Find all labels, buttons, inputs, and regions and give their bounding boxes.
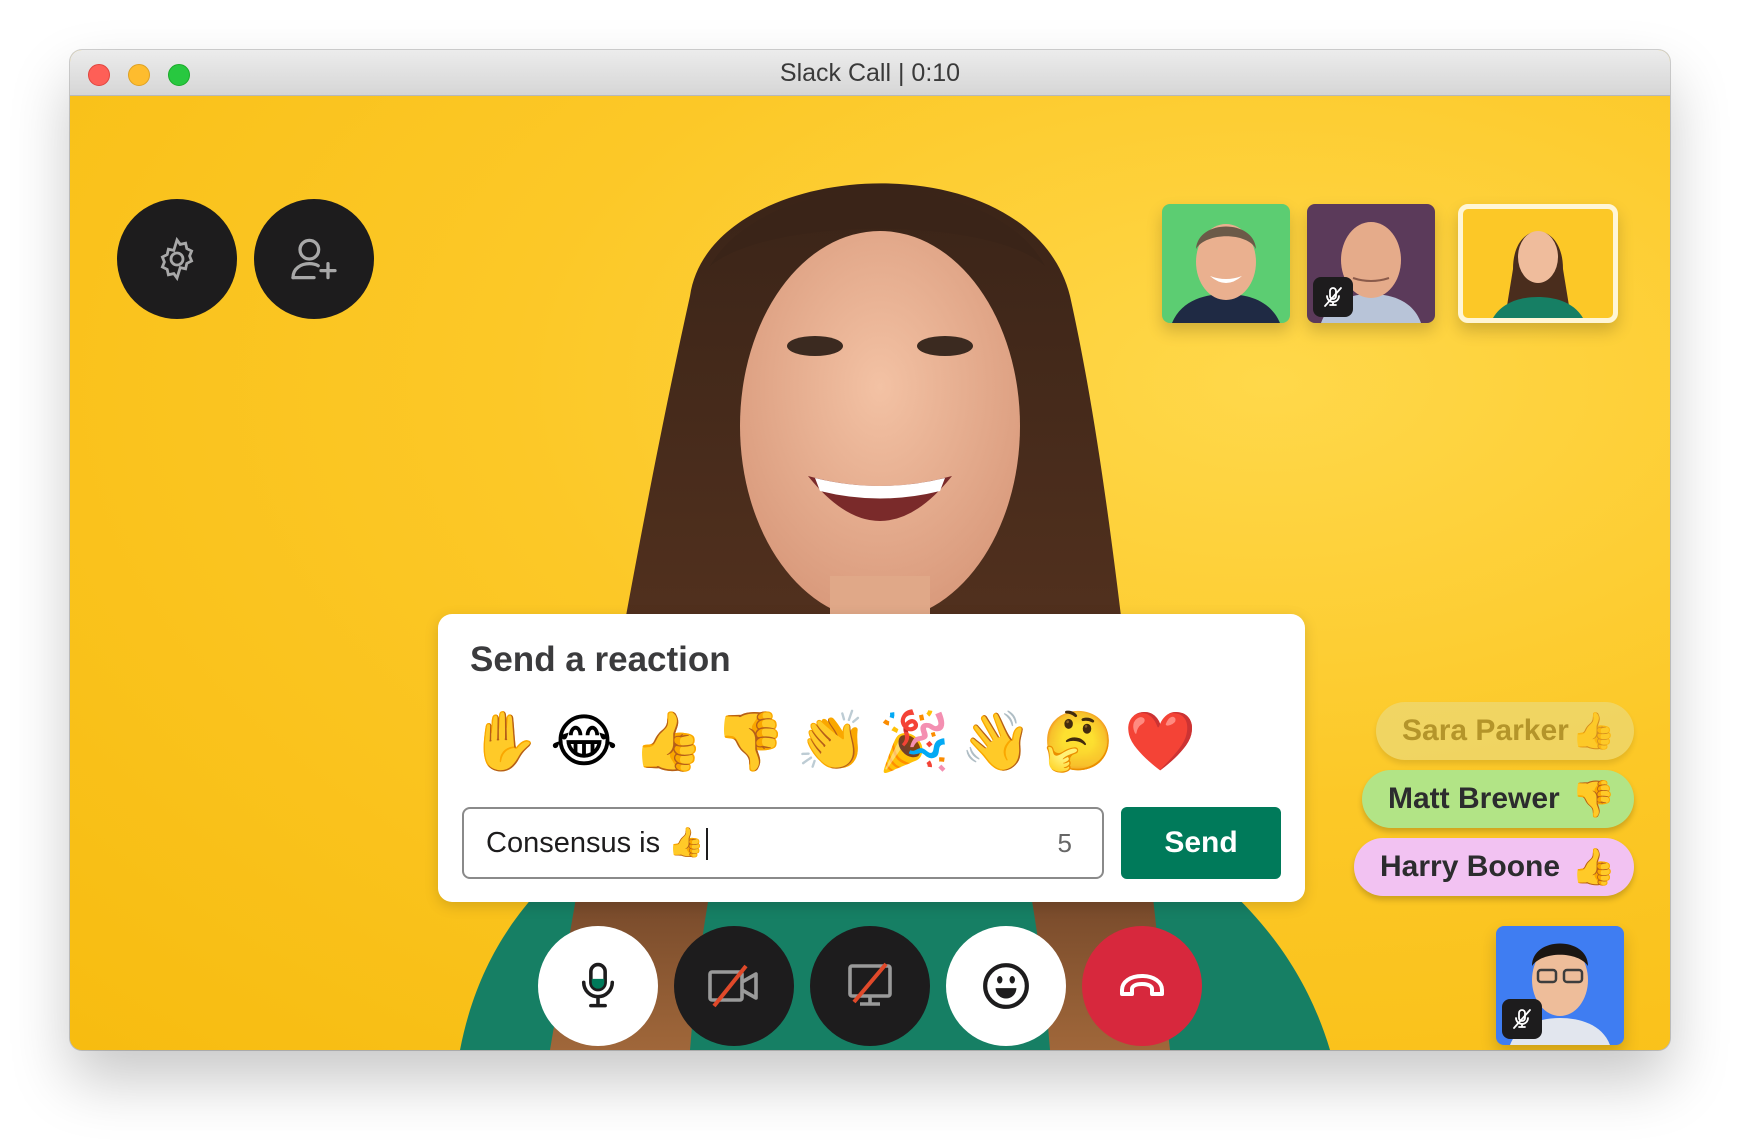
reaction-card-title: Send a reaction	[470, 640, 731, 679]
title-bar: Slack Call | 0:10	[70, 50, 1670, 96]
participant-thumbnail[interactable]	[1307, 204, 1435, 323]
microphone-button[interactable]	[538, 926, 658, 1046]
smiley-icon	[983, 963, 1029, 1009]
reaction-pill: Matt Brewer 👎	[1362, 770, 1634, 828]
mic-off-icon	[1324, 287, 1342, 307]
reaction-emoji: 👍	[1571, 846, 1616, 887]
emoji-thumbs-up[interactable]: 👍	[632, 704, 704, 780]
mic-off-icon	[1513, 1009, 1531, 1029]
participant-thumbnail-active[interactable]	[1458, 204, 1618, 323]
self-view[interactable]	[1496, 926, 1624, 1045]
emoji-picker-row: ✋ 😂 👍 👎 👏 🎉 👋 🤔 ❤️	[468, 704, 1196, 780]
send-button[interactable]: Send	[1121, 807, 1281, 879]
reaction-sender-name: Matt Brewer	[1388, 782, 1560, 815]
emoji-heart[interactable]: ❤️	[1124, 704, 1196, 780]
microphone-icon	[581, 962, 615, 1008]
text-caret	[706, 828, 709, 861]
reaction-emoji: 👎	[1571, 778, 1616, 819]
emoji-raised-hand[interactable]: ✋	[468, 704, 540, 780]
muted-badge	[1313, 277, 1353, 317]
add-people-button[interactable]	[254, 199, 374, 319]
participant-thumbnail[interactable]	[1162, 204, 1290, 323]
main-video: Send a reaction ✋ 😂 👍 👎 👏 🎉 👋 🤔 ❤️ Conse…	[70, 96, 1670, 1050]
hang-up-icon	[1120, 974, 1164, 996]
add-person-icon	[291, 238, 337, 280]
reaction-sender-name: Harry Boone	[1380, 850, 1561, 883]
reaction-card: Send a reaction ✋ 😂 👍 👎 👏 🎉 👋 🤔 ❤️ Conse…	[438, 614, 1305, 902]
reaction-pill: Sara Parker 👍	[1376, 702, 1634, 760]
gear-icon	[160, 236, 194, 282]
video-off-icon	[708, 964, 758, 1008]
settings-button[interactable]	[117, 199, 237, 319]
muted-badge	[1502, 999, 1542, 1039]
window-title: Slack Call | 0:10	[779, 59, 961, 87]
emoji-wave[interactable]: 👋	[960, 704, 1032, 780]
participant-video	[1493, 231, 1583, 318]
reaction-message-value: Consensus is 👍	[486, 809, 709, 877]
screen-share-button[interactable]	[810, 926, 930, 1046]
reaction-message-input[interactable]: Consensus is 👍 5	[462, 807, 1104, 879]
emoji-clap[interactable]: 👏	[796, 704, 868, 780]
reaction-pill: Harry Boone 👍	[1354, 838, 1634, 896]
screen-share-off-icon	[848, 962, 892, 1006]
reaction-emoji: 👍	[1571, 710, 1616, 751]
input-text: Consensus is 👍	[486, 827, 705, 859]
reaction-sender-name: Sara Parker	[1402, 714, 1569, 747]
character-count: 5	[1057, 828, 1072, 858]
call-window: Slack Call | 0:10 Send a reaction ✋ 😂 👍 …	[70, 50, 1670, 1050]
emoji-thinking[interactable]: 🤔	[1042, 704, 1114, 780]
emoji-thumbs-down[interactable]: 👎	[714, 704, 786, 780]
reactions-button[interactable]	[946, 926, 1066, 1046]
video-toggle-button[interactable]	[674, 926, 794, 1046]
emoji-joy[interactable]: 😂	[550, 704, 618, 780]
leave-call-button[interactable]	[1082, 926, 1202, 1046]
participant-video	[1172, 224, 1280, 323]
emoji-tada[interactable]: 🎉	[878, 704, 950, 780]
